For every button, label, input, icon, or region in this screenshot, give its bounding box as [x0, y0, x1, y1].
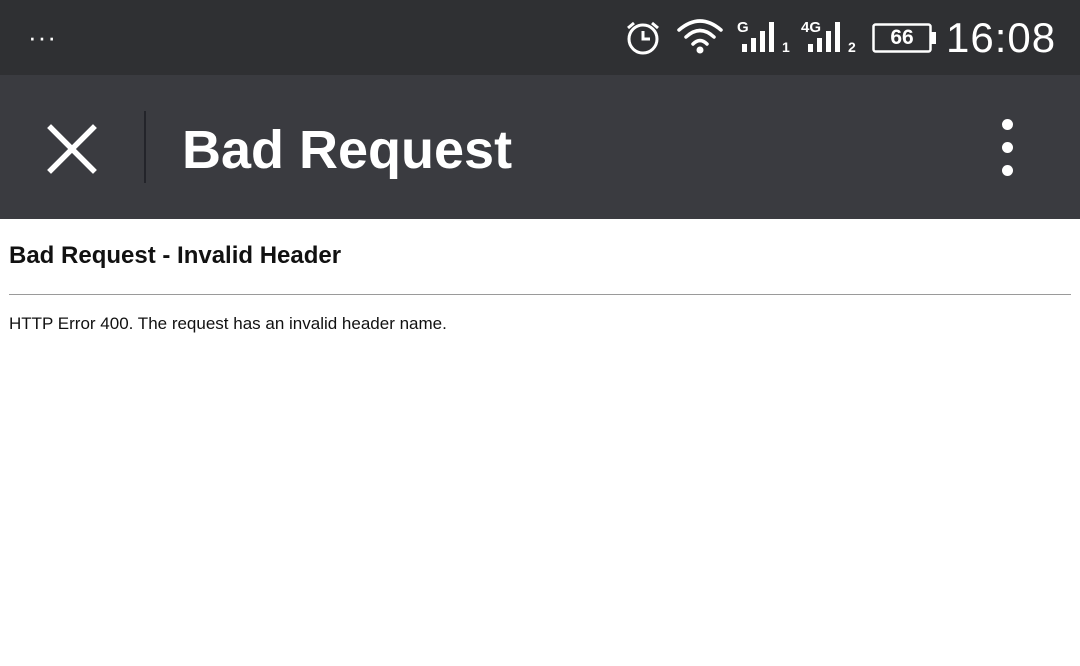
signal-sim1-icon: G 1 — [737, 19, 790, 55]
overflow-menu-button[interactable] — [992, 115, 1024, 181]
page-title: Bad Request — [182, 120, 513, 180]
wifi-icon — [677, 19, 723, 54]
status-clock: 16:08 — [946, 14, 1057, 61]
close-icon — [47, 124, 97, 174]
overflow-dot-icon — [1002, 119, 1013, 130]
more-notifications-icon: ··· — [28, 22, 57, 52]
sim2-index-label: 2 — [848, 39, 856, 55]
battery-level: 66 — [890, 26, 914, 49]
app-toolbar: Bad Request — [0, 75, 1080, 219]
sim1-type-label: G — [737, 19, 749, 36]
horizontal-rule — [9, 294, 1071, 295]
toolbar-divider — [144, 111, 146, 183]
web-content: Bad Request - Invalid Header HTTP Error … — [0, 219, 1080, 666]
sim1-index-label: 1 — [782, 39, 790, 55]
signal-sim2-icon: 4G 2 — [801, 19, 856, 55]
alarm-icon — [627, 21, 659, 55]
sim2-type-label: 4G — [801, 19, 821, 36]
overflow-dot-icon — [1002, 165, 1013, 176]
error-message: HTTP Error 400. The request has an inval… — [9, 314, 447, 333]
close-button[interactable] — [40, 117, 104, 181]
overflow-dot-icon — [1002, 142, 1013, 153]
status-bar: ··· G 1 4G 2 66 16:08 — [0, 0, 1080, 75]
error-heading: Bad Request - Invalid Header — [9, 242, 342, 269]
